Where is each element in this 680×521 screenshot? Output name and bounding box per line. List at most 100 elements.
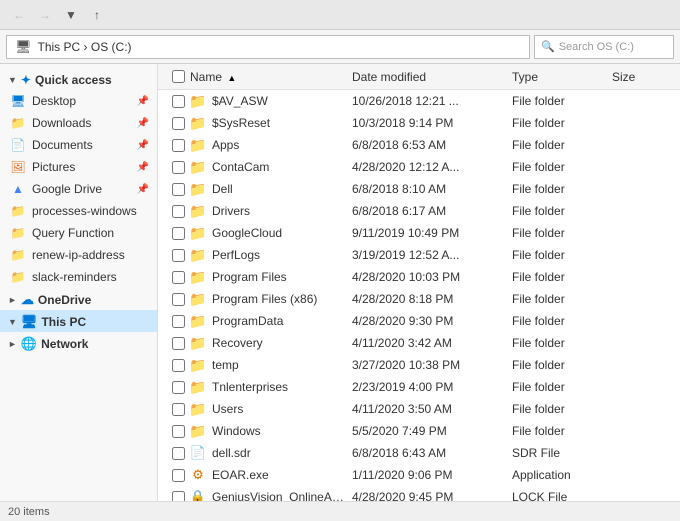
sidebar-item-desktop[interactable]: 🖥 Desktop 📌	[0, 90, 157, 112]
file-type-icon: 📁	[190, 379, 206, 395]
table-row[interactable]: 📁 Apps 6/8/2018 6:53 AM File folder	[158, 134, 680, 156]
row-checkbox-cell[interactable]	[166, 425, 190, 438]
sidebar-item-downloads[interactable]: 📁 Downloads 📌	[0, 112, 157, 134]
table-row[interactable]: 📁 Tnlenterprises 2/23/2019 4:00 PM File …	[158, 376, 680, 398]
network-header[interactable]: ► 🌐 Network	[0, 332, 157, 354]
type-header-text: Type	[512, 70, 538, 84]
file-type-icon: ⚙	[190, 467, 206, 483]
row-checkbox[interactable]	[172, 359, 185, 372]
type-column-header[interactable]: Type	[512, 70, 612, 84]
onedrive-cloud-icon: ☁	[21, 292, 34, 308]
table-row[interactable]: 📁 Drivers 6/8/2018 6:17 AM File folder	[158, 200, 680, 222]
table-row[interactable]: 📁 PerfLogs 3/19/2019 12:52 A... File fol…	[158, 244, 680, 266]
row-checkbox-cell[interactable]	[166, 271, 190, 284]
row-checkbox-cell[interactable]	[166, 161, 190, 174]
row-checkbox-cell[interactable]	[166, 139, 190, 152]
name-column-header[interactable]: Name ▲	[190, 70, 352, 84]
row-checkbox-cell[interactable]	[166, 249, 190, 262]
table-row[interactable]: 📁 Program Files 4/28/2020 10:03 PM File …	[158, 266, 680, 288]
size-column-header[interactable]: Size	[612, 70, 672, 84]
row-checkbox[interactable]	[172, 95, 185, 108]
sidebar-item-documents[interactable]: 📄 Documents 📌	[0, 134, 157, 156]
row-checkbox[interactable]	[172, 315, 185, 328]
file-type-cell: File folder	[512, 380, 612, 394]
recent-button[interactable]: ▼	[60, 4, 82, 26]
table-row[interactable]: 🔒 GeniusVision_OnlineAuth.lock 4/28/2020…	[158, 486, 680, 501]
row-checkbox-cell[interactable]	[166, 359, 190, 372]
row-checkbox[interactable]	[172, 425, 185, 438]
row-checkbox-cell[interactable]	[166, 447, 190, 460]
select-all-input[interactable]	[172, 70, 185, 83]
table-row[interactable]: 📁 Dell 6/8/2018 8:10 AM File folder	[158, 178, 680, 200]
file-date-cell: 10/26/2018 12:21 ...	[352, 94, 512, 108]
row-checkbox[interactable]	[172, 293, 185, 306]
row-checkbox-cell[interactable]	[166, 403, 190, 416]
row-checkbox-cell[interactable]	[166, 227, 190, 240]
address-path[interactable]: 🖥 This PC › OS (C:)	[6, 35, 530, 59]
slack-reminders-folder-icon: 📁	[10, 269, 26, 285]
file-date-cell: 2/23/2019 4:00 PM	[352, 380, 512, 394]
file-type-cell: Application	[512, 468, 612, 482]
row-checkbox[interactable]	[172, 337, 185, 350]
file-date-cell: 6/8/2018 6:53 AM	[352, 138, 512, 152]
row-checkbox-cell[interactable]	[166, 381, 190, 394]
row-checkbox[interactable]	[172, 447, 185, 460]
search-placeholder: Search OS (C:)	[559, 41, 634, 53]
network-expand-icon: ►	[8, 339, 17, 349]
table-row[interactable]: 📁 ContaCam 4/28/2020 12:12 A... File fol…	[158, 156, 680, 178]
row-checkbox[interactable]	[172, 491, 185, 502]
row-checkbox[interactable]	[172, 205, 185, 218]
row-checkbox[interactable]	[172, 381, 185, 394]
row-checkbox-cell[interactable]	[166, 117, 190, 130]
file-type-icon: 📁	[190, 401, 206, 417]
table-row[interactable]: 📁 GoogleCloud 9/11/2019 10:49 PM File fo…	[158, 222, 680, 244]
table-row[interactable]: ⚙ EOAR.exe 1/11/2020 9:06 PM Application	[158, 464, 680, 486]
sidebar-item-processes-windows[interactable]: 📁 processes-windows	[0, 200, 157, 222]
size-header-text: Size	[612, 70, 635, 84]
sidebar-item-query-function[interactable]: 📁 Query Function	[0, 222, 157, 244]
row-checkbox-cell[interactable]	[166, 337, 190, 350]
onedrive-header[interactable]: ► ☁ OneDrive	[0, 288, 157, 310]
row-checkbox-cell[interactable]	[166, 293, 190, 306]
row-checkbox-cell[interactable]	[166, 315, 190, 328]
quick-access-header[interactable]: ▼ ✦ Quick access	[0, 68, 157, 90]
table-row[interactable]: 📁 $AV_ASW 10/26/2018 12:21 ... File fold…	[158, 90, 680, 112]
table-row[interactable]: 📁 $SysReset 10/3/2018 9:14 PM File folde…	[158, 112, 680, 134]
row-checkbox[interactable]	[172, 271, 185, 284]
row-name-cell: ⚙ EOAR.exe	[190, 467, 352, 483]
forward-button[interactable]: →	[34, 4, 56, 26]
row-checkbox-cell[interactable]	[166, 95, 190, 108]
row-checkbox-cell[interactable]	[166, 469, 190, 482]
up-button[interactable]: ↑	[86, 4, 108, 26]
table-row[interactable]: 📁 Recovery 4/11/2020 3:42 AM File folder	[158, 332, 680, 354]
thispc-header[interactable]: ▼ 🖥 This PC	[0, 310, 157, 332]
table-row[interactable]: 📄 dell.sdr 6/8/2018 6:43 AM SDR File	[158, 442, 680, 464]
sidebar-item-renew-ip[interactable]: 📁 renew-ip-address	[0, 244, 157, 266]
search-box[interactable]: 🔍 Search OS (C:)	[534, 35, 674, 59]
sidebar-item-pictures[interactable]: 🖼 Pictures 📌	[0, 156, 157, 178]
date-column-header[interactable]: Date modified	[352, 70, 512, 84]
row-checkbox-cell[interactable]	[166, 183, 190, 196]
row-checkbox[interactable]	[172, 183, 185, 196]
back-button[interactable]: ←	[8, 4, 30, 26]
row-checkbox[interactable]	[172, 249, 185, 262]
row-checkbox[interactable]	[172, 117, 185, 130]
table-row[interactable]: 📁 Windows 5/5/2020 7:49 PM File folder	[158, 420, 680, 442]
table-row[interactable]: 📁 temp 3/27/2020 10:38 PM File folder	[158, 354, 680, 376]
folder-icon: 📁	[189, 137, 206, 154]
row-checkbox[interactable]	[172, 469, 185, 482]
sidebar-item-slack-reminders[interactable]: 📁 slack-reminders	[0, 266, 157, 288]
table-row[interactable]: 📁 Program Files (x86) 4/28/2020 8:18 PM …	[158, 288, 680, 310]
row-checkbox-cell[interactable]	[166, 491, 190, 502]
row-checkbox[interactable]	[172, 139, 185, 152]
select-all-checkbox[interactable]	[166, 70, 190, 83]
row-checkbox[interactable]	[172, 227, 185, 240]
pin-icon-gdrive: 📌	[137, 184, 149, 195]
row-checkbox-cell[interactable]	[166, 205, 190, 218]
row-checkbox[interactable]	[172, 161, 185, 174]
sidebar-item-googledrive[interactable]: ▲ Google Drive 📌	[0, 178, 157, 200]
table-row[interactable]: 📁 Users 4/11/2020 3:50 AM File folder	[158, 398, 680, 420]
row-checkbox[interactable]	[172, 403, 185, 416]
table-row[interactable]: 📁 ProgramData 4/28/2020 9:30 PM File fol…	[158, 310, 680, 332]
row-name-cell: 📁 Windows	[190, 423, 352, 439]
